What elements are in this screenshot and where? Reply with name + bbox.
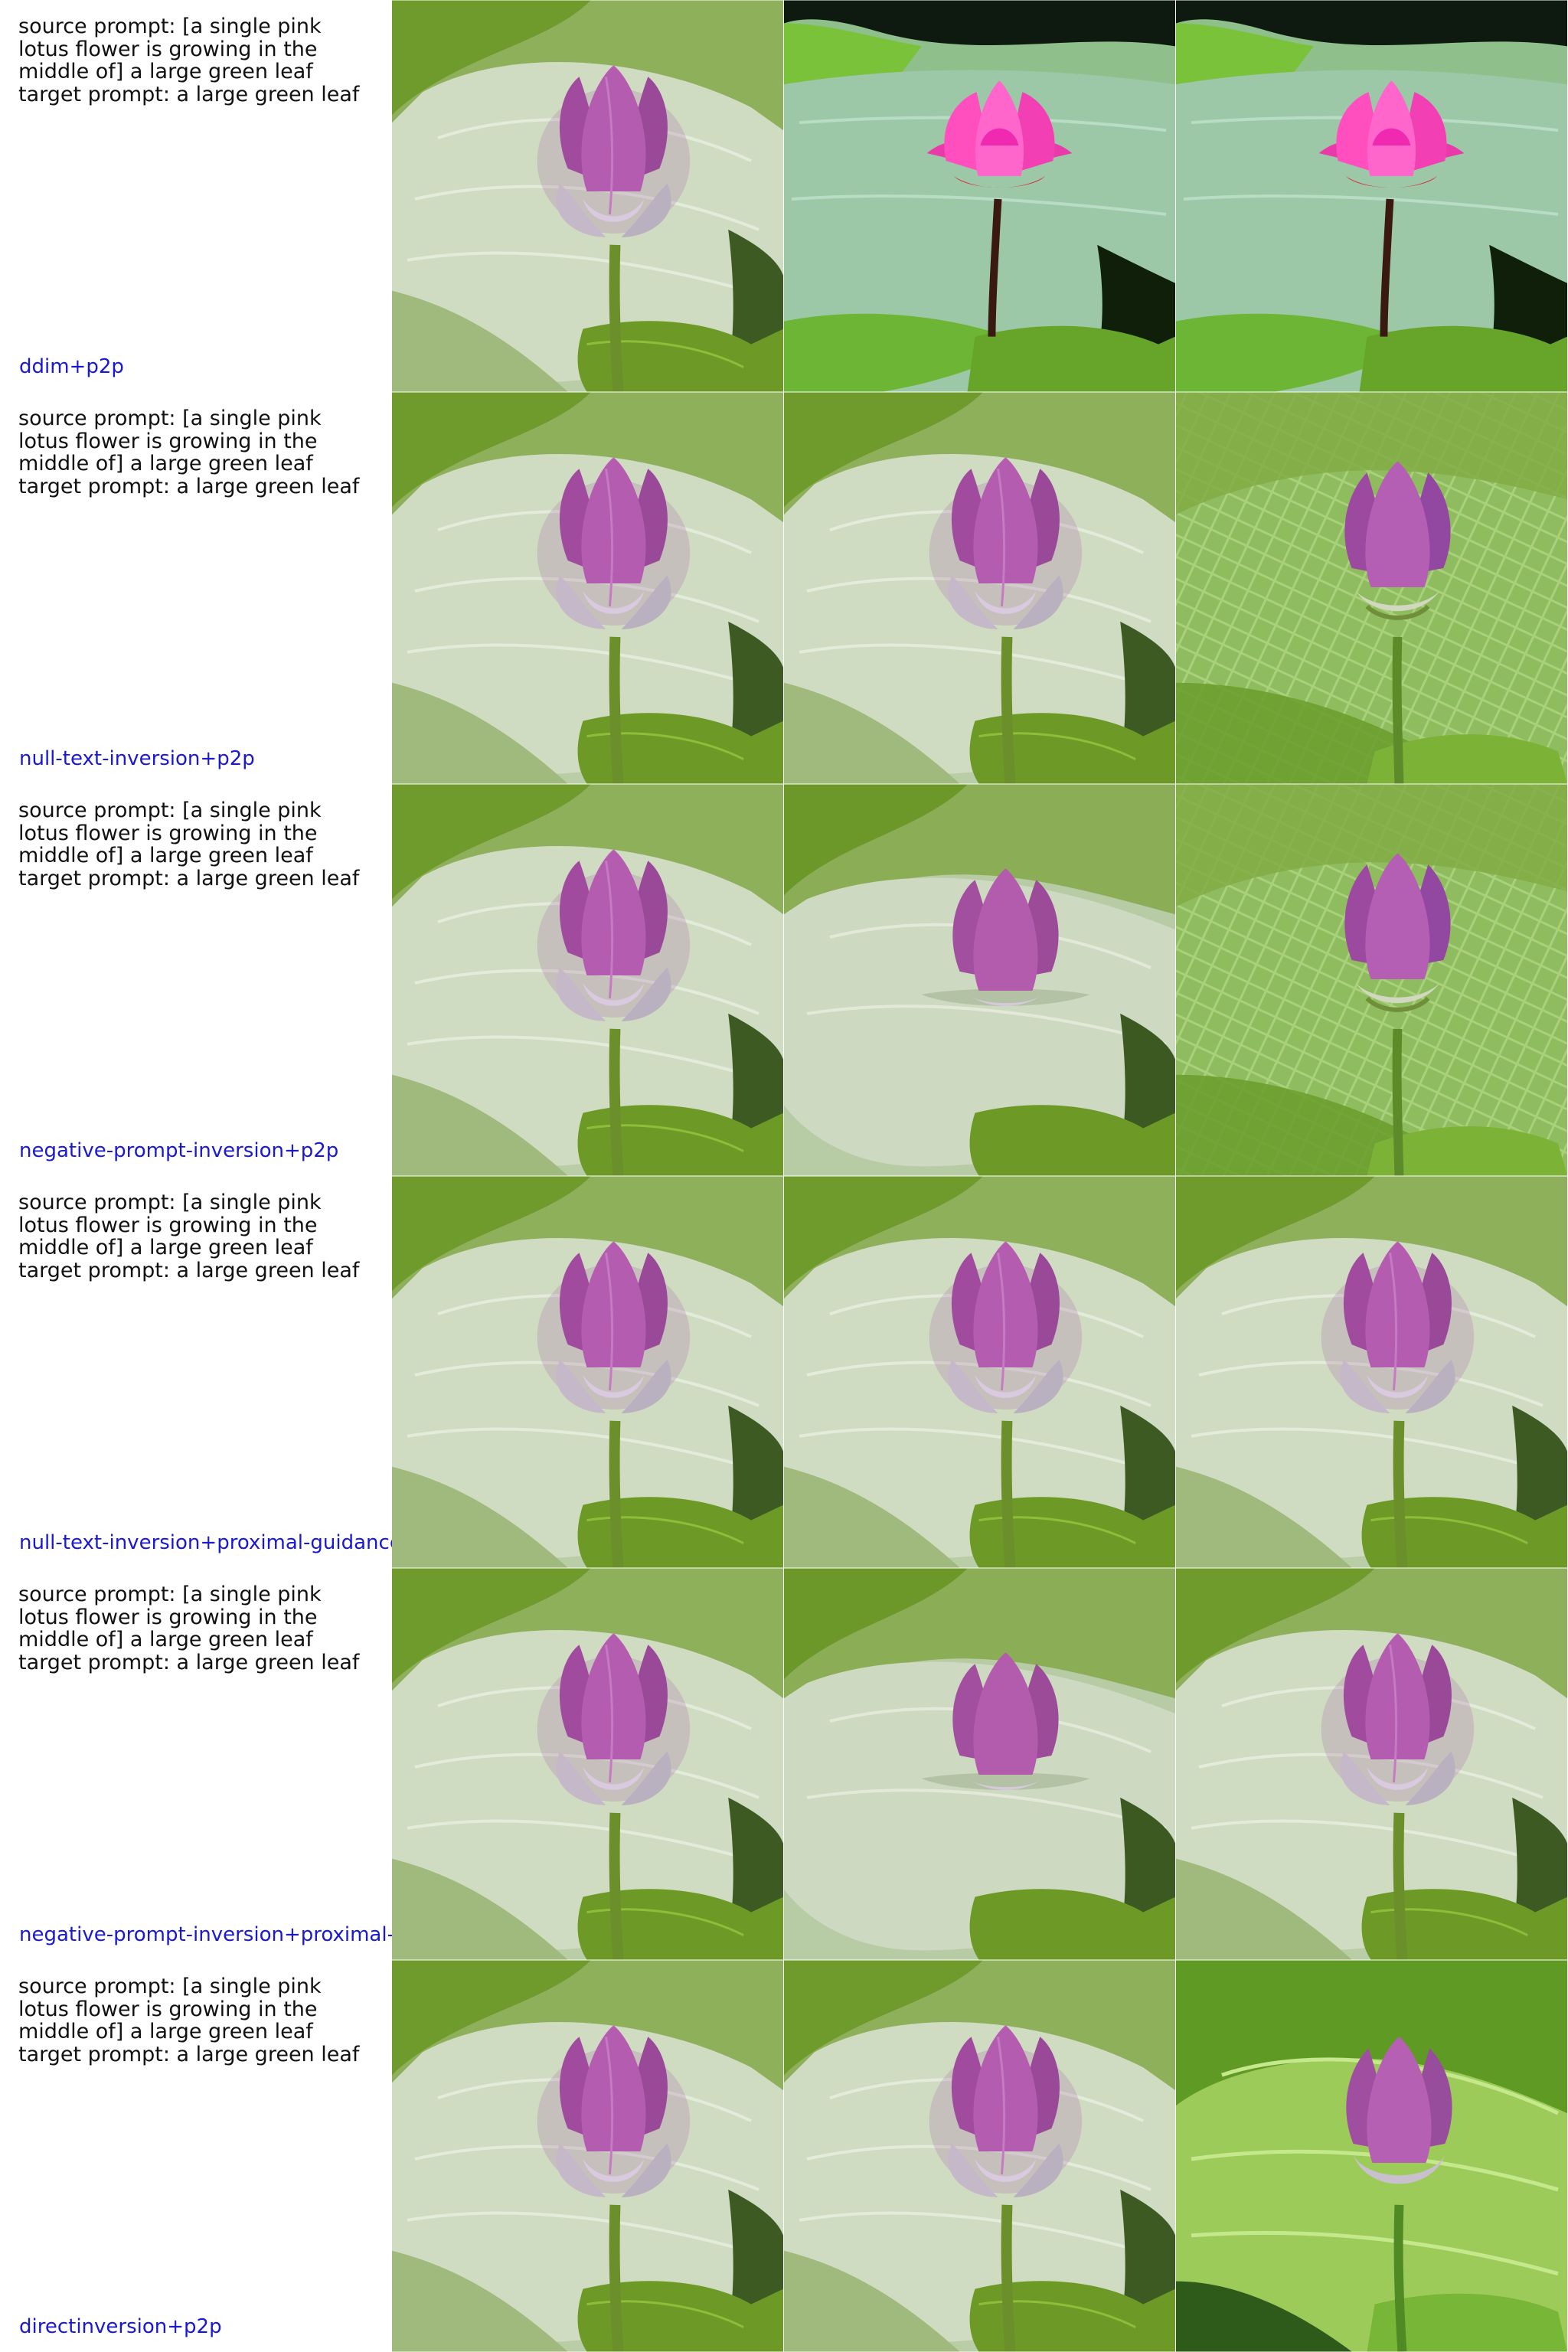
prompt-block: source prompt: [a single pink lotus flow…: [18, 1583, 378, 1674]
source-image: [392, 0, 783, 392]
source-prompt: source prompt: [a single pink lotus flow…: [18, 1975, 322, 2043]
prompt-block: source prompt: [a single pink lotus flow…: [18, 1975, 378, 2066]
reconstruction-image: [784, 1960, 1175, 2352]
prompt-block: source prompt: [a single pink lotus flow…: [18, 1191, 378, 1282]
source-prompt: source prompt: [a single pink lotus flow…: [18, 1191, 322, 1259]
edited-image: [1176, 784, 1568, 1176]
method-label: ddim+p2p: [19, 355, 124, 378]
method-label: directinversion+p2p: [19, 2315, 222, 2338]
result-row: source prompt: [a single pink lotus flow…: [0, 1568, 1568, 1960]
method-label: negative-prompt-inversion+proximal-guida…: [19, 1923, 392, 1946]
row-caption: source prompt: [a single pink lotus flow…: [0, 1176, 392, 1568]
prompt-block: source prompt: [a single pink lotus flow…: [18, 799, 378, 890]
method-label: negative-prompt-inversion+p2p: [19, 1139, 339, 1162]
reconstruction-image: [784, 392, 1175, 784]
reconstruction-image: [784, 0, 1175, 392]
edited-image: [1176, 0, 1568, 392]
prompt-block: source prompt: [a single pink lotus flow…: [18, 15, 378, 106]
source-image: [392, 1568, 783, 1960]
row-caption: source prompt: [a single pink lotus flow…: [0, 1960, 392, 2352]
source-prompt: source prompt: [a single pink lotus flow…: [18, 1583, 322, 1651]
source-image: [392, 1176, 783, 1568]
source-image: [392, 784, 783, 1176]
target-prompt: target prompt: a large green leaf: [18, 866, 360, 890]
row-caption: source prompt: [a single pink lotus flow…: [0, 0, 392, 392]
target-prompt: target prompt: a large green leaf: [18, 1258, 360, 1282]
row-caption: source prompt: [a single pink lotus flow…: [0, 392, 392, 784]
edited-image: [1176, 392, 1568, 784]
method-label: null-text-inversion+proximal-guidance: [19, 1531, 392, 1554]
edited-image: [1176, 1176, 1568, 1568]
result-row: source prompt: [a single pink lotus flow…: [0, 392, 1568, 784]
source-image: [392, 392, 783, 784]
edited-image: [1176, 1960, 1568, 2352]
result-row: source prompt: [a single pink lotus flow…: [0, 1960, 1568, 2352]
source-prompt: source prompt: [a single pink lotus flow…: [18, 407, 322, 475]
source-prompt: source prompt: [a single pink lotus flow…: [18, 15, 322, 83]
target-prompt: target prompt: a large green leaf: [18, 1650, 360, 1674]
result-row: source prompt: [a single pink lotus flow…: [0, 1176, 1568, 1568]
row-caption: source prompt: [a single pink lotus flow…: [0, 1568, 392, 1960]
target-prompt: target prompt: a large green leaf: [18, 474, 360, 498]
result-row: source prompt: [a single pink lotus flow…: [0, 0, 1568, 392]
reconstruction-image: [784, 784, 1175, 1176]
reconstruction-image: [784, 1176, 1175, 1568]
method-label: null-text-inversion+p2p: [19, 747, 255, 770]
prompt-block: source prompt: [a single pink lotus flow…: [18, 407, 378, 498]
target-prompt: target prompt: a large green leaf: [18, 2042, 360, 2066]
row-caption: source prompt: [a single pink lotus flow…: [0, 784, 392, 1176]
source-prompt: source prompt: [a single pink lotus flow…: [18, 799, 322, 867]
target-prompt: target prompt: a large green leaf: [18, 82, 360, 106]
result-row: source prompt: [a single pink lotus flow…: [0, 784, 1568, 1176]
source-image: [392, 1960, 783, 2352]
reconstruction-image: [784, 1568, 1175, 1960]
edited-image: [1176, 1568, 1568, 1960]
